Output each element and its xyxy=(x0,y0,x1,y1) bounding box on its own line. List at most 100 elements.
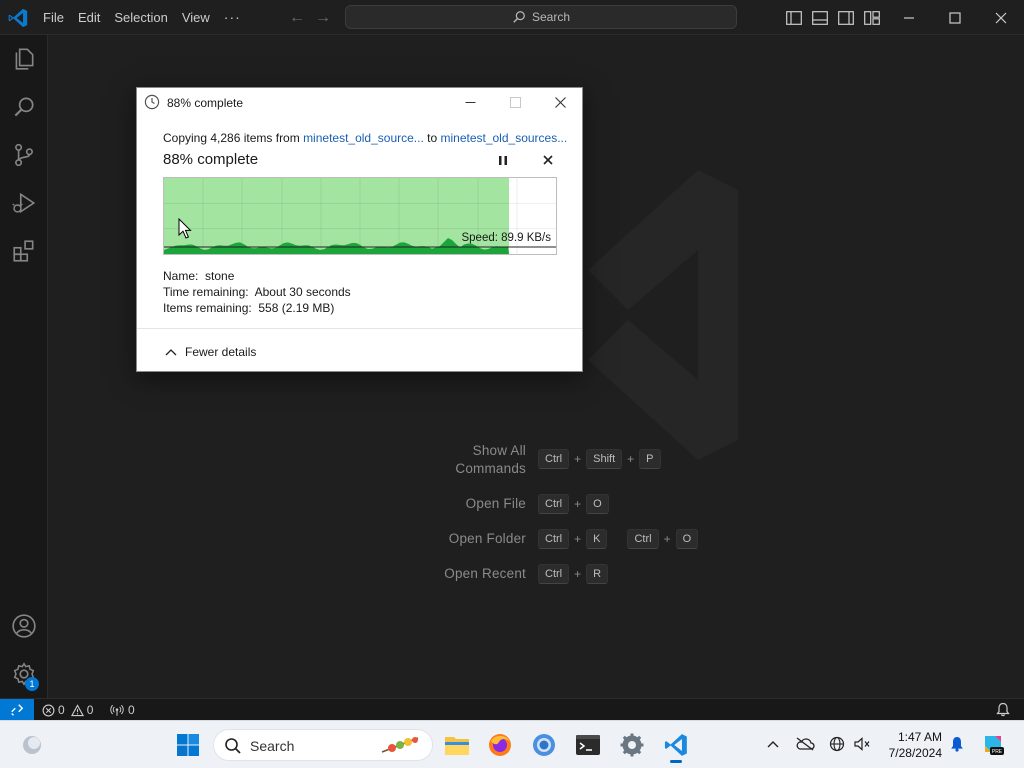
title-bar: File Edit Selection View ··· ← → Search xyxy=(0,0,1024,35)
error-icon xyxy=(42,704,55,716)
shortcut-label: Show All xyxy=(472,443,526,458)
run-debug-icon[interactable] xyxy=(0,179,48,227)
menu-view[interactable]: View xyxy=(175,0,217,35)
shortcut-keys: Ctrl + R xyxy=(538,564,609,584)
key-cap: Ctrl xyxy=(538,494,570,514)
mouse-cursor-icon xyxy=(178,218,192,239)
key-cap: Ctrl xyxy=(538,564,570,584)
error-count: 0 xyxy=(58,703,65,717)
file-explorer-icon[interactable] xyxy=(439,727,475,763)
close-button[interactable] xyxy=(978,0,1024,35)
maximize-button[interactable] xyxy=(932,0,978,35)
settings-icon[interactable] xyxy=(614,727,650,763)
shortcut-label: Open File xyxy=(465,496,526,511)
detail-time-label: Time remaining: xyxy=(163,285,249,299)
menu-file[interactable]: File xyxy=(36,0,71,35)
shortcut-label-line2: Commands xyxy=(455,461,526,476)
remote-indicator[interactable] xyxy=(0,699,34,721)
toggle-primary-sidebar-icon[interactable] xyxy=(785,9,803,27)
close-icon xyxy=(543,155,553,165)
search-icon xyxy=(513,11,525,23)
shortcut-open-file[interactable]: Open File Ctrl + O xyxy=(400,494,800,518)
shortcut-keys: Ctrl + Shift + P xyxy=(538,449,661,469)
start-windows-icon[interactable] xyxy=(176,733,200,757)
transfer-speed-graph: Speed: 89.9 KB/s xyxy=(163,177,557,255)
dialog-minimize-button[interactable] xyxy=(447,88,493,117)
cancel-copy-button[interactable] xyxy=(538,151,558,169)
command-center-search[interactable]: Search xyxy=(345,5,737,29)
vscode-icon[interactable] xyxy=(658,727,694,763)
shortcut-open-folder[interactable]: Open Folder Ctrl + K Ctrl + O xyxy=(400,529,800,553)
speed-label: Speed: 89.9 KB/s xyxy=(461,232,551,244)
onedrive-offline-icon[interactable] xyxy=(794,733,816,755)
dialog-title-bar: 88% complete xyxy=(137,88,582,117)
clock-icon xyxy=(144,94,160,110)
weather-widget-icon[interactable] xyxy=(20,733,44,757)
back-arrow-icon[interactable]: ← xyxy=(288,9,306,27)
copy-progress-dialog: 88% complete Copying 4,286 items from mi… xyxy=(136,87,583,372)
volume-muted-icon[interactable] xyxy=(851,733,873,755)
customize-layout-icon[interactable] xyxy=(863,9,881,27)
search-icon xyxy=(225,738,241,754)
explorer-icon[interactable] xyxy=(0,35,48,83)
key-cap: Shift xyxy=(586,449,623,469)
shortcut-keys: Ctrl + K Ctrl + O xyxy=(538,529,699,549)
search-icon[interactable] xyxy=(0,83,48,131)
taskbar-search-label: Search xyxy=(250,738,295,754)
notifications-bell-icon[interactable] xyxy=(996,702,1010,717)
key-plus: + xyxy=(574,567,582,581)
copy-to-word: to xyxy=(423,131,441,145)
search-highlight-illustration-icon xyxy=(381,737,419,753)
taskbar-search-box[interactable]: Search xyxy=(213,729,433,761)
shortcut-keys: Ctrl + O xyxy=(538,494,609,514)
shortcut-open-recent[interactable]: Open Recent Ctrl + R xyxy=(400,564,800,588)
menu-more[interactable]: ··· xyxy=(217,0,248,35)
copilot-preview-icon[interactable]: PRE xyxy=(980,731,1006,757)
menu-selection[interactable]: Selection xyxy=(107,0,174,35)
ports-count: 0 xyxy=(128,703,135,717)
show-hidden-icons-chevron-icon[interactable] xyxy=(762,733,784,755)
detail-time: Time remaining: About 30 seconds xyxy=(163,284,351,300)
notification-bell-icon[interactable] xyxy=(946,733,968,755)
chrome-icon[interactable] xyxy=(526,727,562,763)
nav-arrows: ← → xyxy=(288,0,332,35)
terminal-icon[interactable] xyxy=(570,727,606,763)
forward-arrow-icon[interactable]: → xyxy=(314,9,332,27)
system-clock[interactable]: 1:47 AM 7/28/2024 xyxy=(872,729,942,761)
warning-count: 0 xyxy=(86,703,94,717)
dialog-close-button[interactable] xyxy=(537,88,583,117)
menu-edit[interactable]: Edit xyxy=(71,0,107,35)
key-cap: O xyxy=(586,494,609,514)
key-cap: Ctrl xyxy=(627,529,659,549)
source-link[interactable]: minetest_old_source... xyxy=(303,131,424,145)
dialog-maximize-button xyxy=(492,88,538,117)
problems-status[interactable]: 0 0 xyxy=(42,699,93,721)
detail-items-value: 558 (2.19 MB) xyxy=(258,301,335,315)
fewer-details-toggle[interactable]: Fewer details xyxy=(165,344,256,360)
minimize-button[interactable] xyxy=(886,0,932,35)
source-control-icon[interactable] xyxy=(0,131,48,179)
clock-date: 7/28/2024 xyxy=(888,746,942,760)
shortcut-label: Open Recent xyxy=(444,566,526,581)
ports-status[interactable]: 0 xyxy=(110,699,135,721)
toggle-secondary-sidebar-icon[interactable] xyxy=(837,9,855,27)
layout-controls xyxy=(785,0,881,35)
toggle-panel-icon[interactable] xyxy=(811,9,829,27)
dialog-title: 88% complete xyxy=(167,96,244,110)
copy-prefix: Copying 4,286 items from xyxy=(163,131,304,145)
destination-link[interactable]: minetest_old_sources... xyxy=(440,131,567,145)
remote-icon xyxy=(11,704,24,716)
pause-button[interactable] xyxy=(493,151,513,169)
key-cap: P xyxy=(639,449,661,469)
accounts-icon[interactable] xyxy=(0,602,48,650)
percent-complete-heading: 88% complete xyxy=(163,151,259,168)
manage-gear-icon[interactable]: 1 xyxy=(0,650,48,698)
fewer-details-label: Fewer details xyxy=(185,345,257,359)
firefox-icon[interactable] xyxy=(482,727,518,763)
shortcut-show-all-commands[interactable]: Show All Commands Ctrl + Shift + P xyxy=(400,442,800,476)
svg-text:PRE: PRE xyxy=(992,749,1003,755)
broadcast-icon xyxy=(110,704,124,716)
pause-icon xyxy=(499,155,507,165)
network-globe-icon[interactable] xyxy=(826,733,848,755)
extensions-icon[interactable] xyxy=(0,227,48,275)
